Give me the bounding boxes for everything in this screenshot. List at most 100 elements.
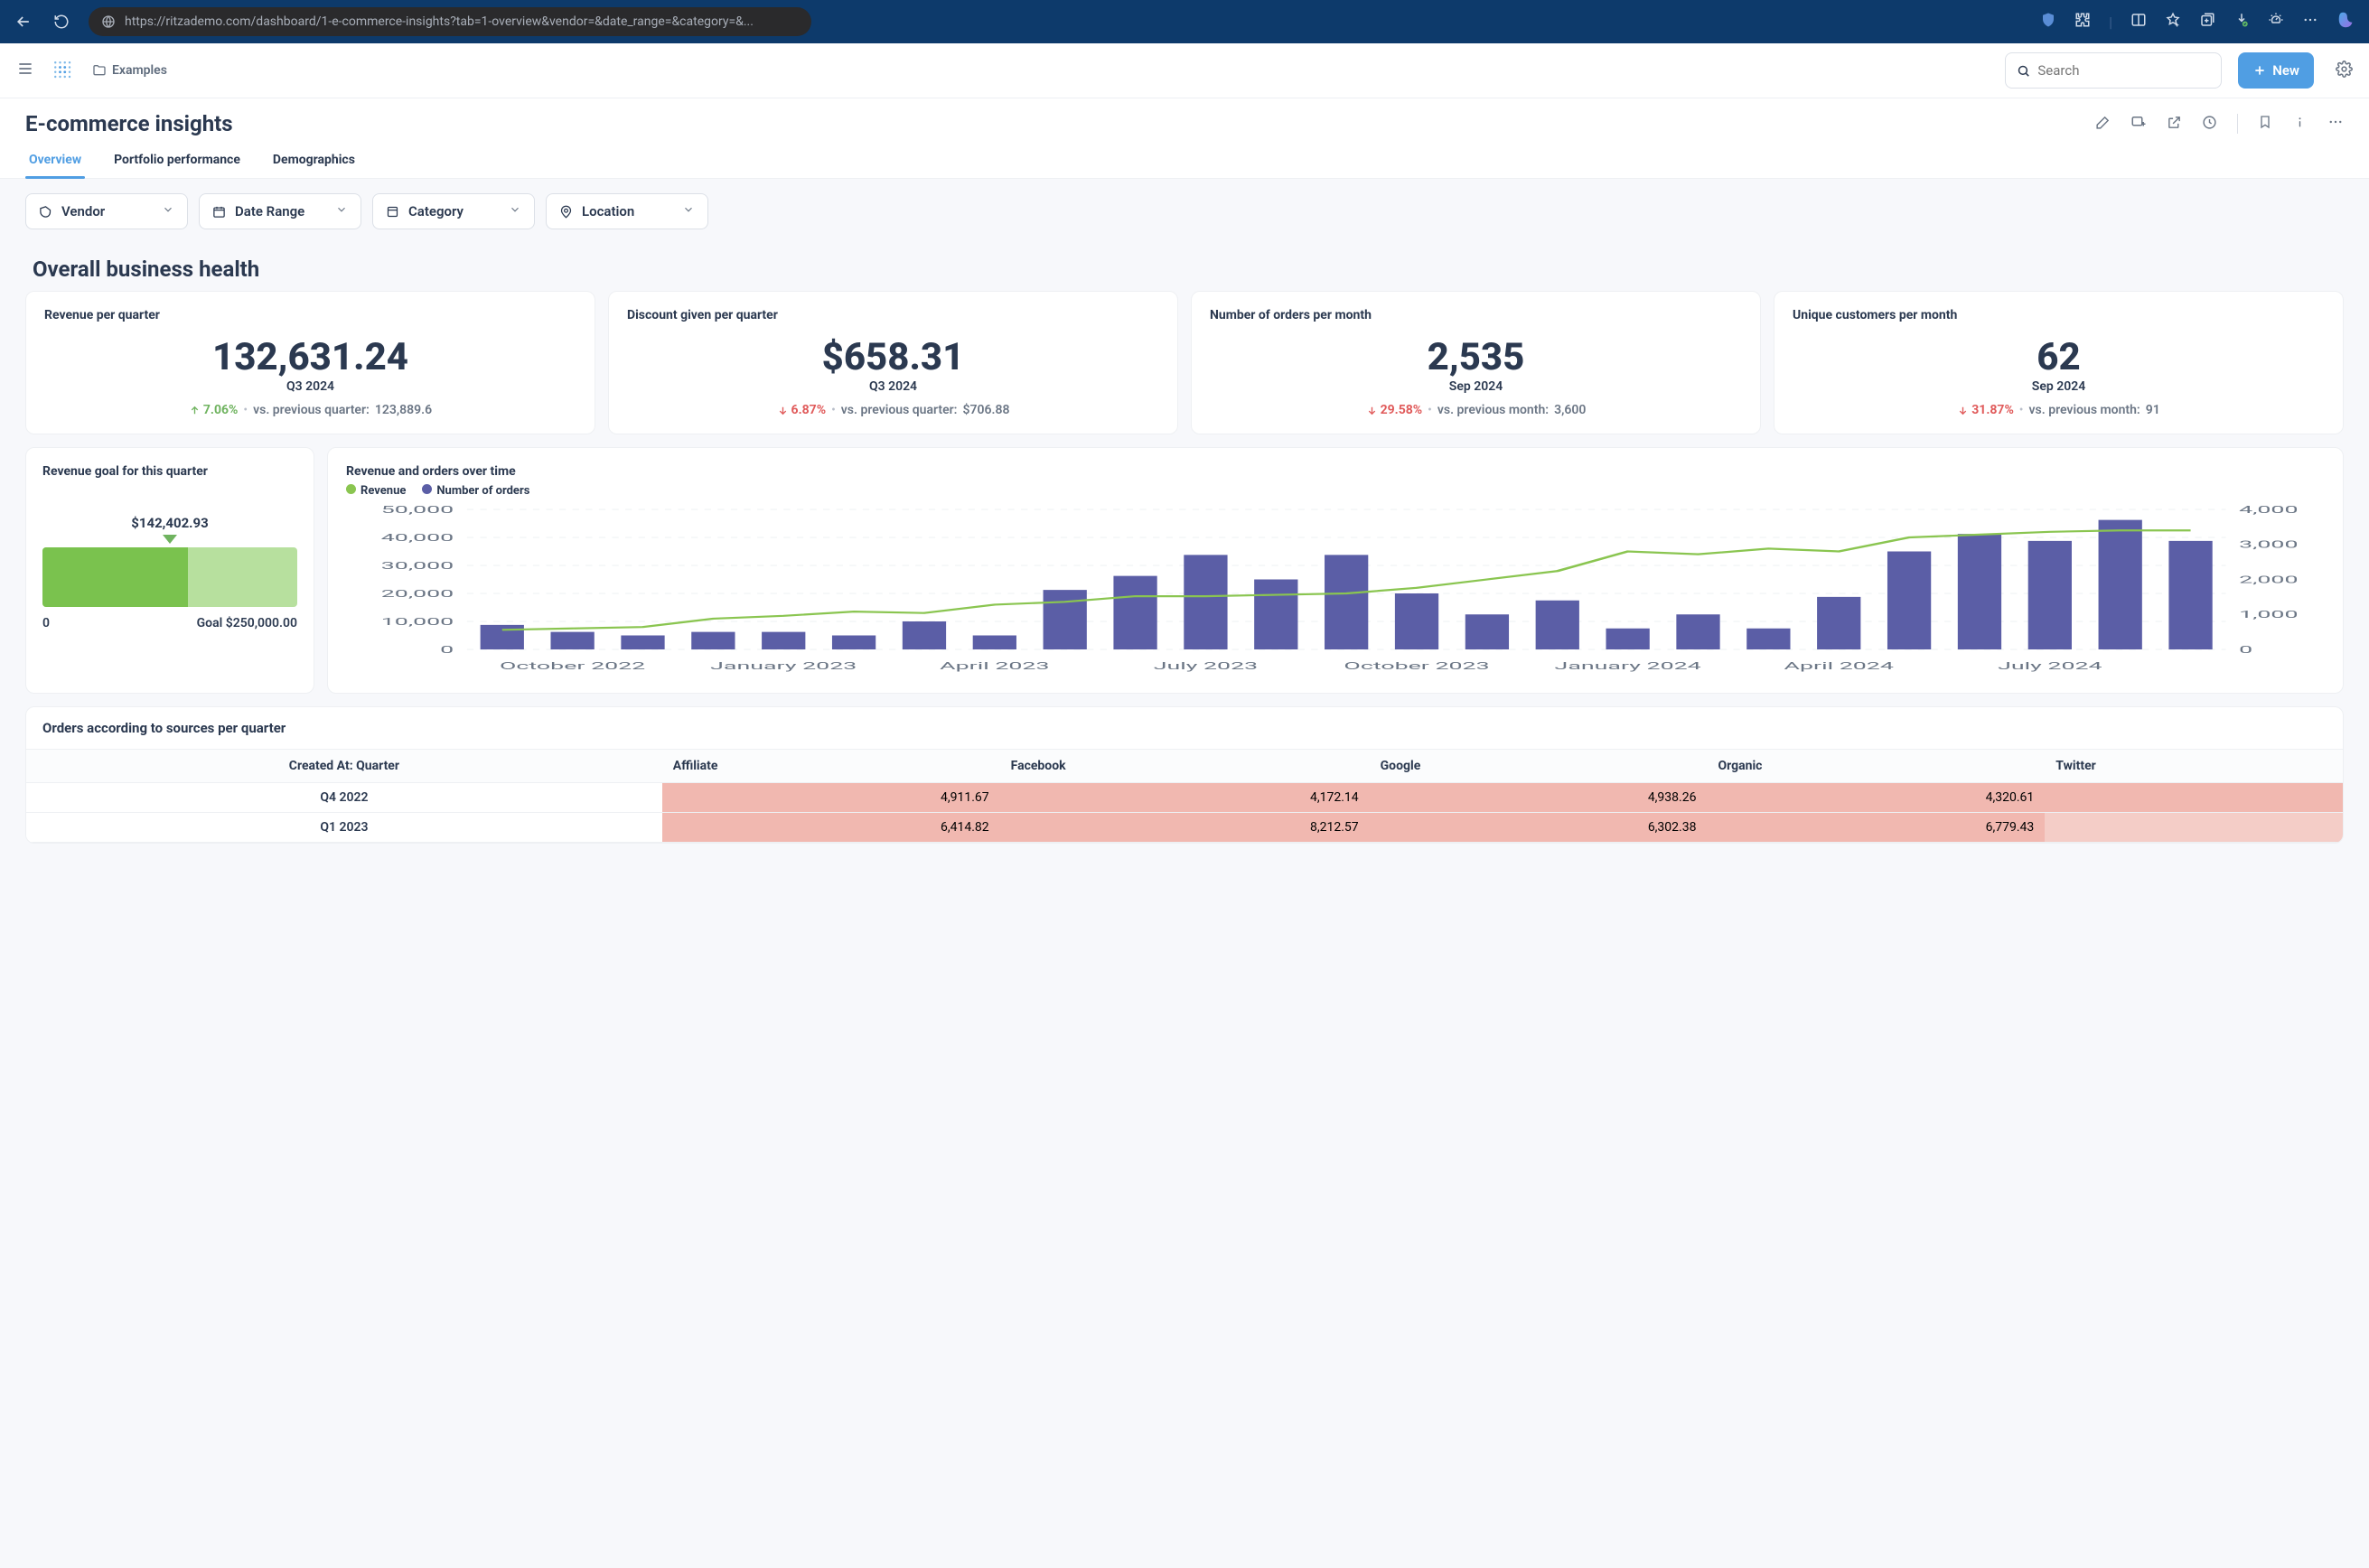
table-row-header[interactable]: Q4 2022: [26, 783, 662, 813]
breadcrumb[interactable]: Examples: [92, 63, 167, 78]
table-cell[interactable]: 4,172.14: [1000, 783, 1370, 813]
share-button[interactable]: [2167, 115, 2182, 134]
table-row-header[interactable]: Q1 2023: [26, 813, 662, 843]
breadcrumb-label: Examples: [112, 63, 167, 78]
filter-label: Category: [408, 203, 464, 219]
more-actions-button[interactable]: [2327, 114, 2344, 134]
table-col-header[interactable]: Google: [1370, 750, 1708, 783]
history-button[interactable]: [2202, 115, 2217, 134]
chevron-down-icon: [509, 203, 521, 219]
page-title: E-commerce insights: [25, 111, 233, 136]
extension-shield-icon[interactable]: [2040, 12, 2056, 32]
metric-delta: 29.58%: [1366, 403, 1423, 417]
chevron-down-icon: [335, 203, 348, 219]
tabs: Overview Portfolio performance Demograph…: [0, 136, 2369, 179]
table-cell[interactable]: [2045, 783, 2343, 813]
metric-compare-value: 3,600: [1554, 403, 1586, 417]
tab-demographics[interactable]: Demographics: [269, 145, 359, 178]
filter-vendor[interactable]: Vendor: [25, 193, 188, 229]
metric-delta: 6.87%: [777, 403, 827, 417]
filter-label: Location: [582, 203, 634, 219]
table-row: Q4 20224,911.674,172.144,938.264,320.61: [26, 783, 2343, 813]
goal-axis-end: Goal $250,000.00: [197, 616, 297, 630]
metric-value: 62: [1793, 335, 2325, 379]
filter-label: Date Range: [235, 203, 304, 219]
menu-button[interactable]: [16, 60, 34, 81]
metric-compare-value: 123,889.6: [375, 403, 432, 417]
svg-text:20,000: 20,000: [381, 588, 454, 600]
svg-text:July 2023: July 2023: [1154, 660, 1258, 672]
search-input[interactable]: [2037, 62, 2210, 79]
orders-table-card: Orders according to sources per quarter …: [25, 706, 2344, 844]
calendar-icon: [212, 205, 226, 219]
collections-icon[interactable]: [2199, 12, 2215, 32]
metric-delta: 31.87%: [1957, 403, 2014, 417]
metric-delta: 7.06%: [189, 403, 239, 417]
table-cell[interactable]: 8,212.57: [1000, 813, 1370, 843]
category-icon: [386, 205, 399, 219]
favorites-icon[interactable]: [2165, 12, 2181, 32]
legend-orders: Number of orders: [436, 484, 529, 498]
table-row: Q1 20236,414.828,212.576,302.386,779.43: [26, 813, 2343, 843]
table-col-header[interactable]: Created At: Quarter: [26, 750, 662, 783]
table-cell[interactable]: 6,302.38: [1370, 813, 1708, 843]
plus-icon: [2252, 63, 2267, 78]
svg-text:April 2023: April 2023: [940, 660, 1049, 672]
svg-text:30,000: 30,000: [381, 560, 454, 572]
filter-category[interactable]: Category: [372, 193, 535, 229]
metric-title: Unique customers per month: [1793, 308, 2325, 322]
performance-icon[interactable]: [2268, 12, 2284, 32]
add-card-button[interactable]: [2130, 114, 2147, 134]
table-col-header[interactable]: Facebook: [1000, 750, 1370, 783]
svg-text:1,000: 1,000: [2239, 609, 2298, 621]
goal-progress-bar: [42, 547, 297, 607]
url-bar[interactable]: https://ritzademo.com/dashboard/1-e-comm…: [89, 7, 811, 36]
more-icon[interactable]: [2302, 12, 2318, 32]
title-row: E-commerce insights: [0, 98, 2369, 136]
table-cell[interactable]: [2045, 813, 2343, 843]
goal-marker-value: $142,402.93: [42, 515, 297, 531]
copilot-icon[interactable]: [2336, 10, 2356, 33]
tab-overview[interactable]: Overview: [25, 145, 85, 178]
table-cell[interactable]: 4,938.26: [1370, 783, 1708, 813]
svg-text:July 2024: July 2024: [1998, 660, 2102, 672]
goal-card[interactable]: Revenue goal for this quarter $142,402.9…: [25, 447, 314, 694]
svg-text:10,000: 10,000: [381, 616, 454, 628]
table-cell[interactable]: 4,911.67: [662, 783, 1000, 813]
table-cell[interactable]: 4,320.61: [1707, 783, 2045, 813]
search-box[interactable]: [2005, 52, 2222, 89]
table-col-header[interactable]: Twitter: [2045, 750, 2343, 783]
svg-text:October 2023: October 2023: [1344, 660, 1489, 672]
metric-card[interactable]: Discount given per quarter $658.31 Q3 20…: [608, 291, 1178, 434]
chart-card[interactable]: Revenue and orders over time Revenue Num…: [327, 447, 2344, 694]
svg-text:0: 0: [2239, 644, 2252, 656]
new-button[interactable]: New: [2238, 52, 2314, 89]
info-button[interactable]: [2292, 115, 2308, 134]
search-icon: [2017, 63, 2030, 79]
app-logo[interactable]: [51, 58, 76, 83]
split-view-icon[interactable]: [2130, 12, 2147, 32]
svg-text:0: 0: [440, 644, 454, 656]
reload-button[interactable]: [51, 11, 72, 33]
downloads-icon[interactable]: [2233, 12, 2250, 32]
puzzle-icon[interactable]: [2074, 12, 2091, 32]
metric-card[interactable]: Unique customers per month 62 Sep 2024 3…: [1774, 291, 2344, 434]
metric-card[interactable]: Number of orders per month 2,535 Sep 202…: [1191, 291, 1761, 434]
table-cell[interactable]: 6,414.82: [662, 813, 1000, 843]
filter-date-range[interactable]: Date Range: [199, 193, 361, 229]
svg-text:October 2022: October 2022: [500, 660, 645, 672]
metric-compare-label: vs. previous quarter:: [253, 403, 370, 417]
svg-text:January 2024: January 2024: [1555, 660, 1702, 672]
table-col-header[interactable]: Organic: [1707, 750, 2045, 783]
svg-text:January 2023: January 2023: [710, 660, 857, 672]
bookmark-button[interactable]: [2258, 115, 2272, 133]
back-button[interactable]: [13, 11, 34, 33]
tab-portfolio[interactable]: Portfolio performance: [110, 145, 244, 178]
settings-button[interactable]: [2336, 61, 2353, 81]
metric-card[interactable]: Revenue per quarter 132,631.24 Q3 2024 7…: [25, 291, 595, 434]
filter-location[interactable]: Location: [546, 193, 708, 229]
table-cell[interactable]: 6,779.43: [1707, 813, 2045, 843]
table-col-header[interactable]: Affiliate: [662, 750, 1000, 783]
edit-button[interactable]: [2095, 115, 2111, 134]
chart-legend: Revenue Number of orders: [346, 484, 2325, 498]
